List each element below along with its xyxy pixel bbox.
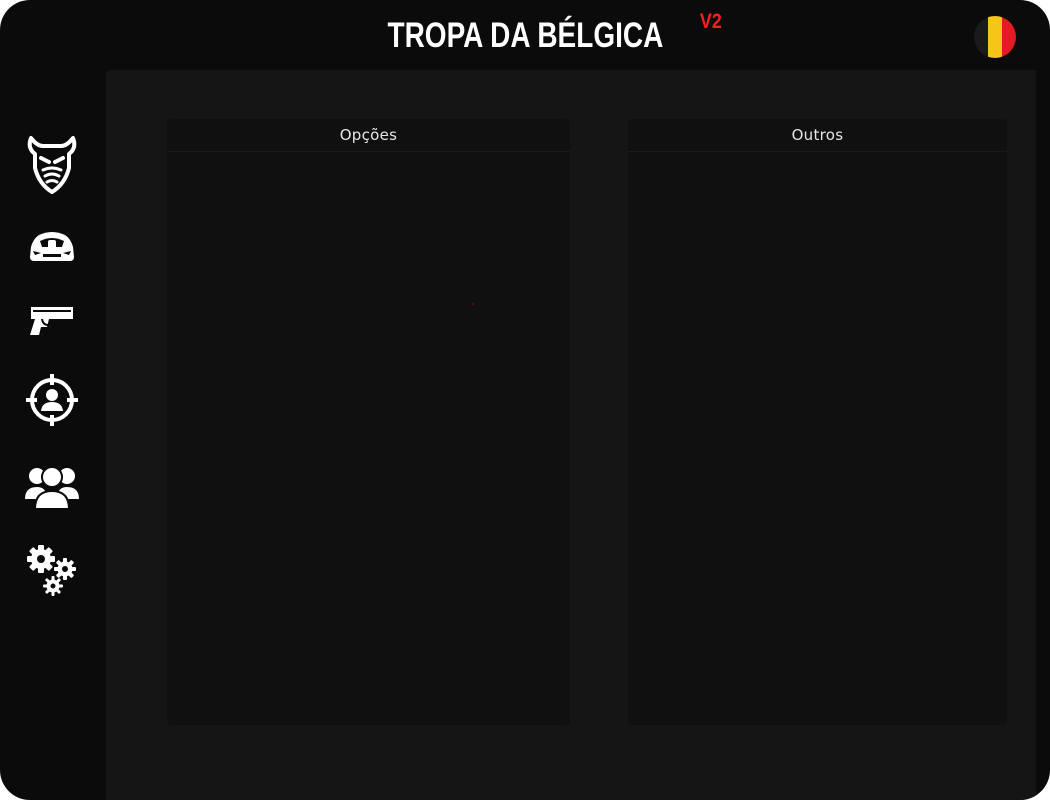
app-title-text: TROPA DA BÉLGICA: [387, 16, 663, 55]
sidebar-item-settings[interactable]: [20, 538, 84, 602]
indicator-dot: [472, 303, 474, 305]
sidebar: [0, 70, 106, 800]
others-panel-title: Outros: [628, 119, 1007, 152]
gears-icon: [27, 545, 76, 596]
options-panel: Opções: [167, 119, 570, 725]
sidebar-item-animals[interactable]: [20, 132, 84, 196]
options-panel-title: Opções: [167, 119, 570, 152]
sidebar-item-vehicles[interactable]: [20, 214, 84, 278]
sidebar-item-group[interactable]: [20, 454, 84, 518]
pistol-icon: [30, 307, 73, 335]
app-version-badge: V2: [699, 10, 722, 33]
users-group-icon: [25, 466, 79, 509]
others-panel: Outros: [628, 119, 1007, 725]
belgium-flag-icon[interactable]: [974, 16, 1016, 58]
cow-skull-icon: [27, 136, 77, 194]
sidebar-item-weapons[interactable]: [20, 288, 84, 352]
content-area: Opções Outros: [106, 70, 1036, 800]
sidebar-item-players[interactable]: [20, 368, 84, 432]
car-icon: [30, 232, 74, 261]
target-player-icon: [26, 374, 78, 426]
menu-window: TROPA DA BÉLGICA V2 Opções Outros: [0, 0, 1050, 800]
app-title: TROPA DA BÉLGICA V2: [0, 10, 1050, 56]
